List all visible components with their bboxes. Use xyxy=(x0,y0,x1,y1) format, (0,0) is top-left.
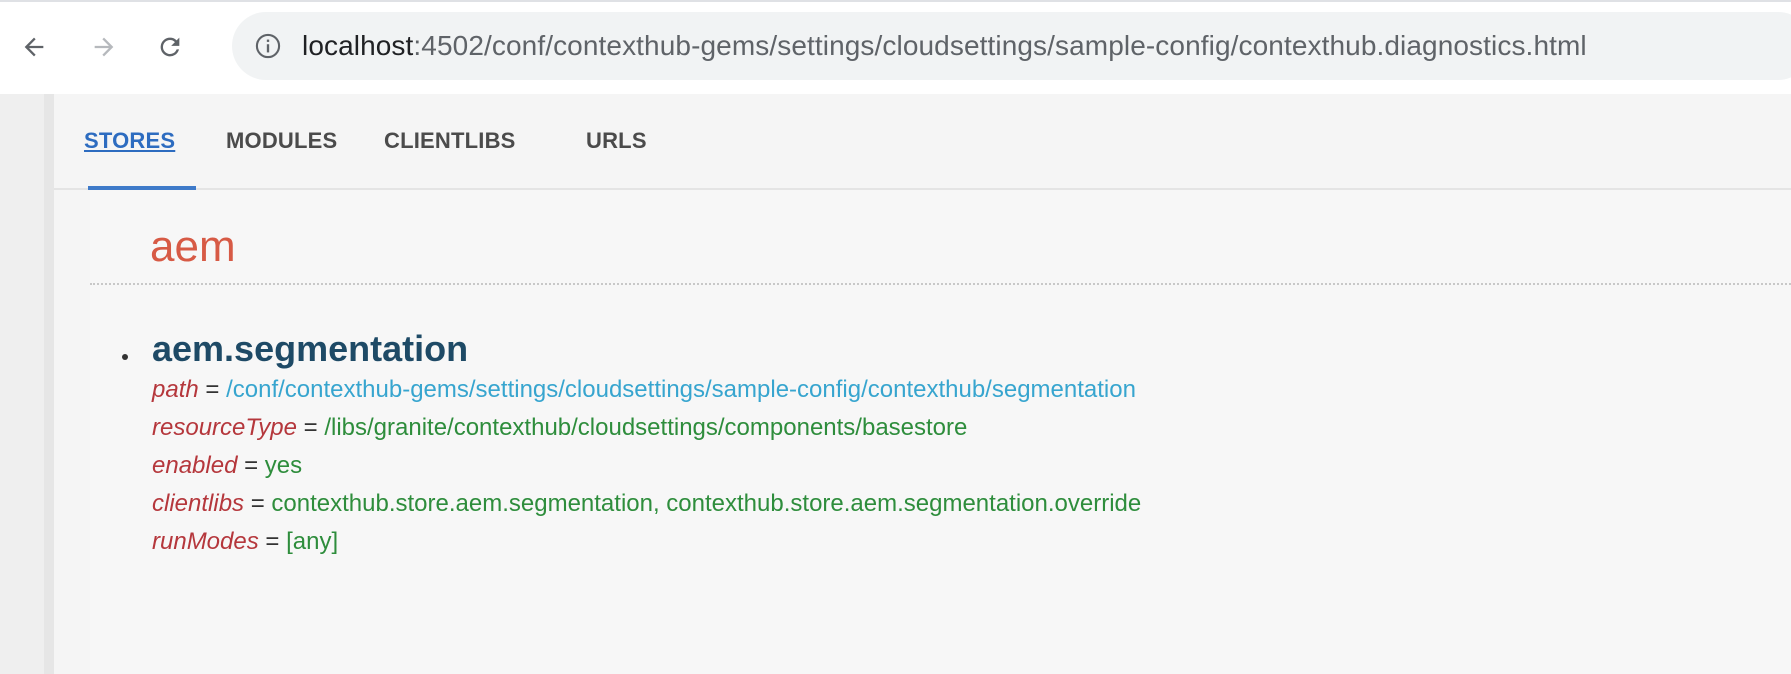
property-equals: = xyxy=(198,376,227,403)
diagnostics-panel: STORES MODULES CLIENTLIBS URLS aem aem.s… xyxy=(54,94,1791,674)
property-key: path xyxy=(152,376,199,403)
store-group-title: aem xyxy=(150,222,236,271)
tab-clientlibs[interactable]: CLIENTLIBS xyxy=(384,128,516,154)
property-value: /libs/granite/contexthub/cloudsettings/c… xyxy=(324,414,968,441)
store-name: aem.segmentation xyxy=(152,328,469,369)
stores-content: aem aem.segmentation path = /conf/contex… xyxy=(90,190,1791,674)
url-host: localhost xyxy=(302,30,414,61)
page-body: STORES MODULES CLIENTLIBS URLS aem aem.s… xyxy=(0,94,1791,674)
property-run-modes: runModes = [any] xyxy=(152,528,338,556)
property-equals: = xyxy=(237,452,265,479)
property-key: clientlibs xyxy=(152,490,245,517)
info-icon[interactable] xyxy=(254,32,282,60)
back-button[interactable] xyxy=(14,27,54,67)
address-bar[interactable]: localhost:4502/conf/contexthub-gems/sett… xyxy=(232,12,1791,80)
left-margin-border xyxy=(44,94,54,674)
property-equals: = xyxy=(296,414,325,441)
property-key: resourceType xyxy=(152,414,297,441)
reload-button[interactable] xyxy=(150,27,190,67)
reload-icon xyxy=(160,37,180,57)
list-bullet xyxy=(122,354,128,360)
tab-urls[interactable]: URLS xyxy=(586,128,647,154)
property-equals: = xyxy=(258,528,287,555)
property-key: runModes xyxy=(152,528,259,555)
left-margin xyxy=(0,94,44,674)
property-enabled: enabled = yes xyxy=(152,452,302,480)
url-text[interactable]: localhost:4502/conf/contexthub-gems/sett… xyxy=(302,12,1587,80)
tab-bar: STORES MODULES CLIENTLIBS URLS xyxy=(54,94,1791,190)
tab-stores[interactable]: STORES xyxy=(84,128,175,154)
property-clientlibs: clientlibs = contexthub.store.aem.segmen… xyxy=(152,490,1141,518)
property-equals: = xyxy=(244,490,272,517)
url-path: :4502/conf/contexthub-gems/settings/clou… xyxy=(413,30,1587,61)
property-value-link[interactable]: /conf/contexthub-gems/settings/cloudsett… xyxy=(226,376,1136,403)
property-key: enabled xyxy=(152,452,238,479)
forward-arrow-icon xyxy=(94,37,114,57)
forward-button[interactable] xyxy=(84,27,124,67)
property-value: [any] xyxy=(286,528,339,555)
section-divider xyxy=(90,283,1791,285)
property-resource-type: resourceType = /libs/granite/contexthub/… xyxy=(152,414,967,442)
browser-toolbar: localhost:4502/conf/contexthub-gems/sett… xyxy=(0,0,1791,94)
back-arrow-icon xyxy=(24,37,44,57)
property-value: contexthub.store.aem.segmentation, conte… xyxy=(271,490,1142,517)
property-path: path = /conf/contexthub-gems/settings/cl… xyxy=(152,376,1136,404)
tab-modules[interactable]: MODULES xyxy=(226,128,337,154)
property-value: yes xyxy=(264,452,303,479)
